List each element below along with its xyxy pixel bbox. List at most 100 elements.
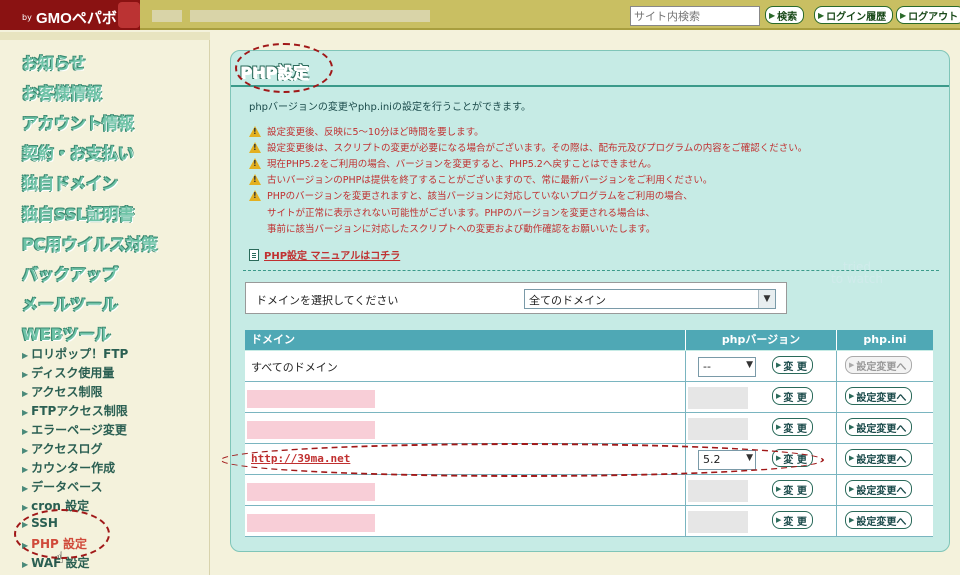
- triangle-right-icon: ▶: [22, 465, 29, 474]
- triangle-right-icon: ▶: [22, 446, 29, 455]
- redacted-domain: [247, 390, 375, 408]
- change-version-button[interactable]: ▶ 変 更: [772, 511, 813, 529]
- sidebar-sub-error-page[interactable]: ▶ エラーページ変更: [22, 421, 127, 438]
- triangle-right-icon: ▶: [22, 389, 29, 398]
- arrow-right-icon: ▶: [849, 361, 855, 369]
- triangle-right-icon: ▶: [22, 560, 29, 569]
- triangle-right-icon: ▶: [22, 427, 29, 436]
- arrow-right-icon: ▶: [849, 392, 855, 400]
- change-version-button[interactable]: ▶ 変 更: [772, 387, 813, 405]
- triangle-right-icon: ▶: [22, 351, 29, 360]
- warning-icon: [249, 189, 261, 201]
- sidebar-item-customer-info[interactable]: お客様情報: [22, 80, 102, 104]
- warning-icon: [249, 125, 261, 137]
- chevron-down-icon[interactable]: ▼: [758, 290, 775, 308]
- login-history-label: ログイン履歴: [826, 11, 887, 23]
- version-cell: ▶ 変 更: [686, 382, 837, 412]
- sidebar-sub-access-log[interactable]: ▶ アクセスログ: [22, 440, 103, 457]
- sidebar-sub-database[interactable]: ▶ データベース: [22, 478, 103, 495]
- arrow-right-icon: ▶: [900, 10, 907, 20]
- php-ini-settings-button[interactable]: ▶ 設定変更へ: [845, 356, 913, 374]
- highlight-annotation-oval: [235, 43, 333, 93]
- sidebar-sub-label: ディスク使用量: [31, 366, 115, 380]
- domain-cell: [245, 382, 686, 412]
- triangle-right-icon: ▶: [22, 503, 29, 512]
- version-cell: -- ▼ ▶ 変 更: [686, 351, 837, 381]
- triangle-right-icon: ▶: [22, 484, 29, 493]
- sidebar-item-ssl[interactable]: 独自SSL証明書: [22, 201, 135, 225]
- php-version-select[interactable]: -- ▼: [698, 357, 756, 377]
- document-icon: [249, 248, 259, 261]
- search-button[interactable]: ▶ 検索: [765, 6, 805, 24]
- php-manual-link[interactable]: PHP設定 マニュアルはコチラ: [249, 247, 400, 262]
- login-history-button[interactable]: ▶ ログイン履歴: [814, 6, 894, 24]
- section-divider: [243, 270, 939, 271]
- version-cell: ▶ 変 更: [686, 413, 837, 443]
- header-domain: ドメイン: [245, 330, 686, 350]
- ini-cell: ▶ 設定変更へ: [837, 382, 933, 412]
- site-search-input[interactable]: [630, 6, 760, 26]
- warning-icon: [249, 173, 261, 185]
- sidebar-sub-ftp-access[interactable]: ▶ FTPアクセス制限: [22, 402, 128, 419]
- domain-cell: すべてのドメイン: [245, 351, 686, 381]
- sidebar-item-virus[interactable]: PC用ウイルス対策: [22, 231, 157, 255]
- hand-cursor-icon: ☝: [54, 548, 64, 567]
- triangle-right-icon: ▶: [22, 370, 29, 379]
- php-ini-settings-button[interactable]: ▶ 設定変更へ: [845, 449, 913, 467]
- table-row: ▶ 変 更 ▶ 設定変更へ: [245, 475, 933, 506]
- change-version-button[interactable]: ▶ 変 更: [772, 418, 813, 436]
- gmo-pepabo-logo[interactable]: by GMOペパボ: [0, 0, 140, 30]
- change-version-button[interactable]: ▶ 変 更: [772, 356, 813, 374]
- blurred-account-info: [190, 10, 430, 22]
- sidebar-sub-label: データベース: [31, 480, 103, 494]
- arrow-right-icon: ▶: [776, 485, 782, 493]
- arrow-right-icon: ▶: [776, 516, 782, 524]
- redacted-version: [688, 511, 748, 533]
- ini-cell: ▶ 設定変更へ: [837, 413, 933, 443]
- php-ini-settings-button[interactable]: ▶ 設定変更へ: [845, 511, 913, 529]
- php-ini-settings-button[interactable]: ▶ 設定変更へ: [845, 480, 913, 498]
- sidebar-sub-ftp[interactable]: ▶ ロリポップ！FTP: [22, 345, 128, 362]
- warning-icon: [249, 141, 261, 153]
- domain-select[interactable]: 全てのドメイン ▼: [524, 289, 776, 309]
- warning-item: PHPのバージョンを変更されますと、該当バージョンに対応していないプログラムをご…: [249, 188, 693, 202]
- logout-button[interactable]: ▶ ログアウト: [896, 6, 960, 24]
- watermark-line: to watch: [831, 272, 883, 286]
- ini-button-label: 設定変更へ: [856, 361, 907, 373]
- sidebar-item-mail-tools[interactable]: メールツール: [22, 291, 118, 315]
- manual-link-label: PHP設定 マニュアルはコチラ: [264, 251, 401, 262]
- ini-button-label: 設定変更へ: [856, 392, 907, 404]
- sidebar-sub-disk[interactable]: ▶ ディスク使用量: [22, 364, 114, 381]
- sidebar-item-account-info[interactable]: アカウント情報: [22, 110, 134, 134]
- sidebar-sub-access-limit[interactable]: ▶ アクセス制限: [22, 383, 103, 400]
- table-row: すべてのドメイン -- ▼ ▶ 変 更 ▶ 設定変更へ: [245, 351, 933, 382]
- php-ini-settings-button[interactable]: ▶ 設定変更へ: [845, 387, 913, 405]
- domain-name: すべてのドメイン: [251, 361, 338, 374]
- change-button-label: 変 更: [783, 516, 807, 528]
- ini-button-label: 設定変更へ: [856, 454, 907, 466]
- sidebar-item-web-tools[interactable]: WEBツール: [22, 321, 111, 345]
- arrow-right-icon: ▶: [818, 10, 825, 20]
- change-button-label: 変 更: [783, 361, 807, 373]
- warning-text: PHPのバージョンを変更されますと、該当バージョンに対応していないプログラムをご…: [267, 191, 693, 202]
- sidebar-item-contract-payment[interactable]: 契約・お支払い: [22, 140, 134, 164]
- sidebar-item-domain[interactable]: 独自ドメイン: [22, 170, 118, 194]
- sidebar-sub-counter[interactable]: ▶ カウンター作成: [22, 459, 115, 476]
- redacted-version: [688, 480, 748, 502]
- warning-item: 古いバージョンのPHPは提供を終了することがございますので、常に最新バージョンを…: [249, 172, 712, 186]
- intro-text: phpバージョンの変更やphp.iniの設定を行うことができます。: [249, 102, 531, 113]
- ini-cell: ▶ 設定変更へ: [837, 444, 933, 474]
- change-button-label: 変 更: [783, 392, 807, 404]
- sidebar-item-backup[interactable]: バックアップ: [22, 261, 118, 285]
- panel-title-bar: PHP設定: [231, 51, 949, 87]
- sidebar-item-news[interactable]: お知らせ: [22, 50, 86, 74]
- php-ini-settings-button[interactable]: ▶ 設定変更へ: [845, 418, 913, 436]
- sidebar-sub-label: FTPアクセス制限: [31, 404, 128, 418]
- blurred-account-info: [152, 10, 182, 22]
- change-button-label: 変 更: [783, 423, 807, 435]
- sidebar-sub-label: エラーページ変更: [31, 423, 127, 437]
- ini-button-label: 設定変更へ: [856, 423, 907, 435]
- arrow-right-icon: ▶: [849, 454, 855, 462]
- table-row: ▶ 変 更 ▶ 設定変更へ: [245, 413, 933, 444]
- change-version-button[interactable]: ▶ 変 更: [772, 480, 813, 498]
